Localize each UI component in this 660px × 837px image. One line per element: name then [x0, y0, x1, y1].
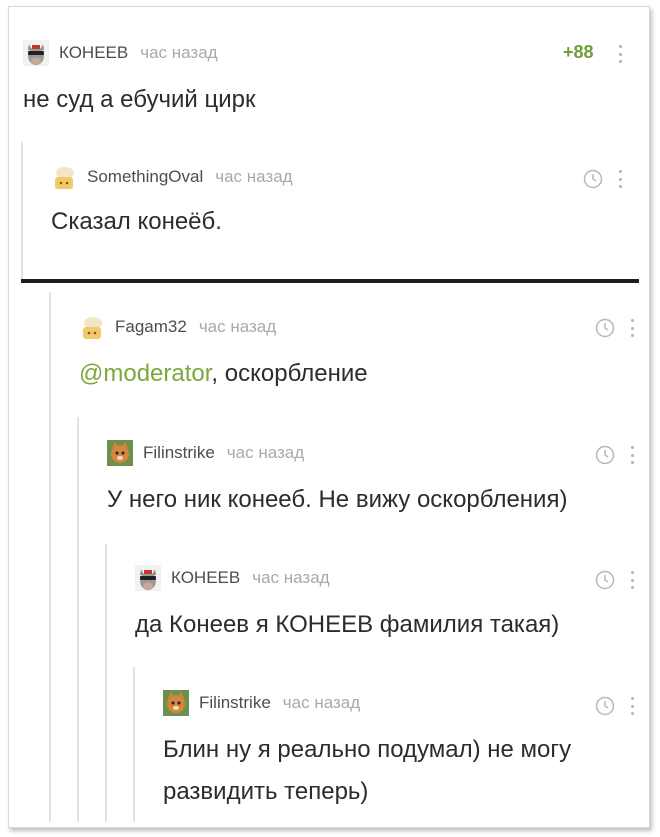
- clock-icon[interactable]: [595, 696, 615, 716]
- comment-time[interactable]: час назад: [140, 43, 217, 63]
- comments-panel: КОНЕЕВ час назад +88 не суд а ебучий цир…: [8, 6, 650, 828]
- comment-header: КОНЕЕВ час назад: [135, 565, 330, 591]
- default-avatar[interactable]: [79, 314, 105, 340]
- thread-line[interactable]: [21, 142, 23, 282]
- donkey-avatar[interactable]: [135, 565, 161, 591]
- author-nick[interactable]: Filinstrike: [199, 693, 271, 713]
- comment-header: Filinstrike час назад: [163, 690, 360, 716]
- author-nick[interactable]: Filinstrike: [143, 443, 215, 463]
- more-options-icon[interactable]: [618, 170, 622, 188]
- author-nick[interactable]: КОНЕЕВ: [59, 43, 128, 63]
- more-options-icon[interactable]: [630, 697, 634, 715]
- author-nick[interactable]: КОНЕЕВ: [171, 568, 240, 588]
- more-options-icon[interactable]: [630, 319, 634, 337]
- thread-line[interactable]: [133, 667, 135, 822]
- comment-header: Fagam32 час назад: [79, 314, 276, 340]
- comment-text: У него ник конееб. Не вижу оскорбления): [107, 486, 568, 513]
- comment-header: SomethingOval час назад: [51, 164, 293, 190]
- more-options-icon[interactable]: [630, 446, 634, 464]
- cat-avatar[interactable]: [163, 690, 189, 716]
- comment-text: да Конеев я КОНЕЕВ фамилия такая): [135, 611, 560, 638]
- divider-line: [21, 279, 639, 283]
- comment-time[interactable]: час назад: [227, 443, 304, 463]
- default-avatar[interactable]: [51, 164, 77, 190]
- comment-text: Сказал конеёб.: [51, 208, 222, 235]
- comment-time[interactable]: час назад: [199, 317, 276, 337]
- thread-line[interactable]: [49, 292, 51, 822]
- author-nick[interactable]: Fagam32: [115, 317, 187, 337]
- comment-text-line-2: развидить теперь): [163, 778, 369, 805]
- clock-icon[interactable]: [595, 570, 615, 590]
- comment-text-rest: , оскорбление: [211, 360, 368, 387]
- clock-icon[interactable]: [583, 169, 603, 189]
- comment-time[interactable]: час назад: [215, 167, 292, 187]
- comment-header: Filinstrike час назад: [107, 440, 304, 466]
- moderator-mention-link[interactable]: @moderator: [79, 360, 211, 387]
- comment-rating: +88: [563, 42, 594, 62]
- more-options-icon[interactable]: [630, 571, 634, 589]
- thread-line[interactable]: [105, 544, 107, 822]
- clock-icon[interactable]: [595, 318, 615, 338]
- comment-text-line-1: Блин ну я реально подумал) не могу: [163, 736, 572, 763]
- comment-text: не суд а ебучий цирк: [23, 86, 256, 113]
- thread-line[interactable]: [77, 417, 79, 822]
- more-options-icon[interactable]: [618, 45, 622, 63]
- clock-icon[interactable]: [595, 445, 615, 465]
- author-nick[interactable]: SomethingOval: [87, 167, 203, 187]
- donkey-avatar[interactable]: [23, 40, 49, 66]
- comment-text: @moderator, оскорбление: [79, 355, 368, 393]
- cat-avatar[interactable]: [107, 440, 133, 466]
- comment-time[interactable]: час назад: [283, 693, 360, 713]
- comment-header: КОНЕЕВ час назад: [23, 40, 218, 66]
- comment-time[interactable]: час назад: [252, 568, 329, 588]
